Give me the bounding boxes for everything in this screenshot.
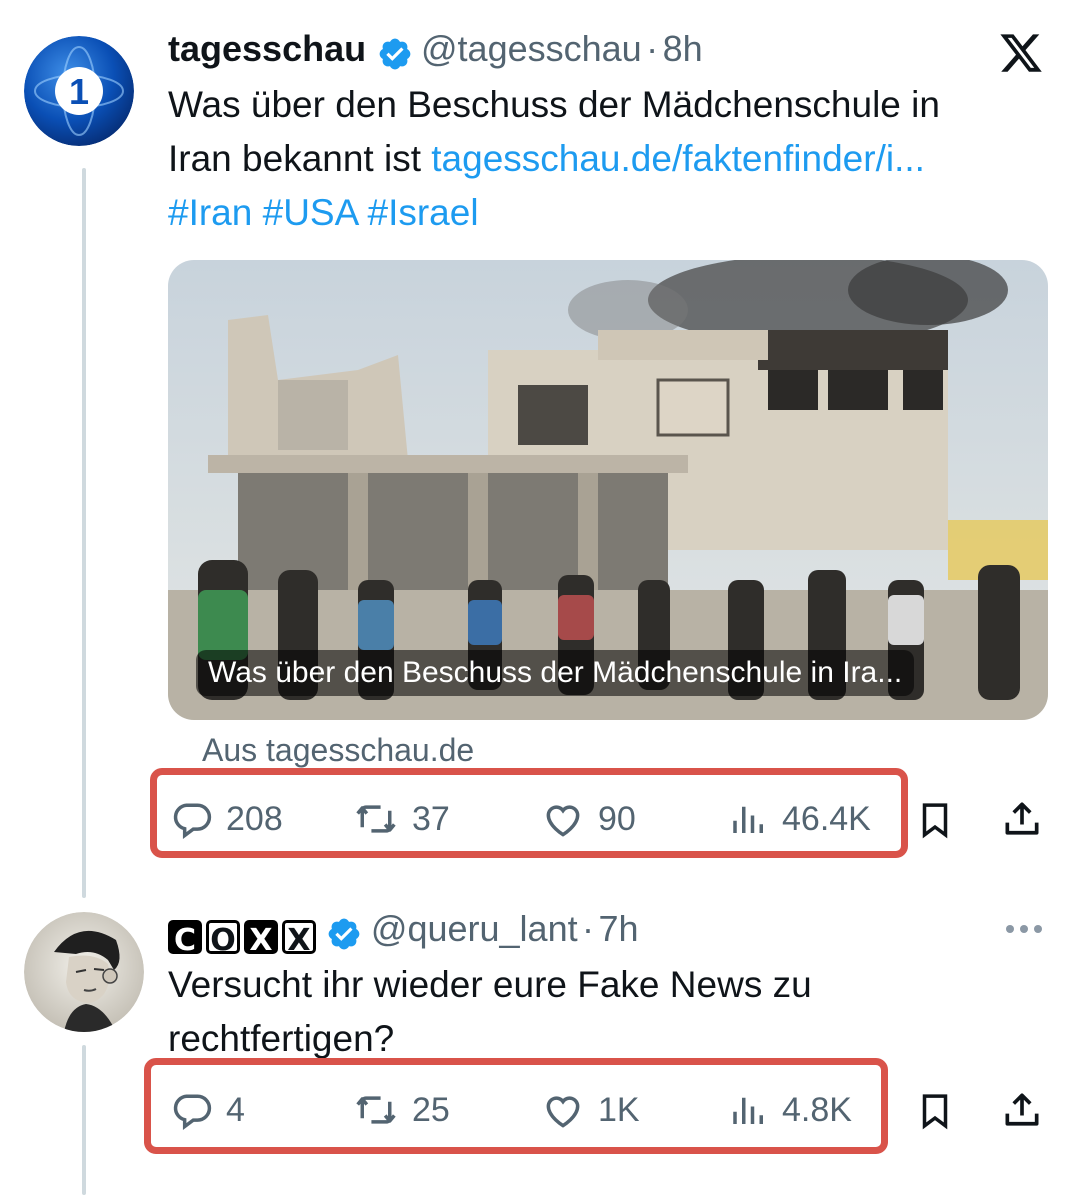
link-card-source[interactable]: Aus tagesschau.de	[202, 732, 474, 769]
tweet2-reply-button[interactable]: 4	[170, 1088, 245, 1132]
tweet1-time[interactable]: 8h	[663, 28, 703, 69]
tweet1-hashtags[interactable]: #Iran #USA #Israel	[168, 186, 1048, 240]
tweet2-handle[interactable]: @queru_lant	[371, 908, 578, 949]
tweet2-reply-count: 4	[226, 1090, 245, 1129]
repost-icon	[356, 1096, 396, 1124]
coxx-avatar[interactable]	[24, 912, 144, 1032]
x-logo-icon[interactable]	[998, 30, 1044, 81]
tweet1-repost-button[interactable]: 37	[352, 797, 450, 841]
tweet1-share-button[interactable]	[1000, 797, 1044, 841]
tweet1-like-count: 90	[598, 799, 636, 838]
display-name-letter: O	[206, 919, 240, 958]
tweet1-link[interactable]: tagesschau.de/faktenfinder/i...	[431, 138, 925, 179]
display-name-letter: C	[168, 919, 202, 958]
tweet2-repost-count: 25	[412, 1090, 450, 1129]
tweet2-repost-button[interactable]: 25	[352, 1088, 450, 1132]
views-icon	[733, 1097, 763, 1124]
reply-icon	[173, 803, 212, 839]
verified-badge-icon	[326, 916, 362, 957]
tweet2-bookmark-button[interactable]	[914, 1089, 956, 1133]
tweet1-header: tagesschau @tagesschau · 8h	[168, 28, 703, 77]
tagesschau-avatar[interactable]: 1	[24, 36, 134, 146]
svg-text:1: 1	[69, 71, 89, 112]
views-icon	[733, 806, 763, 833]
tweet2-view-count: 4.8K	[782, 1090, 852, 1129]
tweet2-display-name[interactable]: C O X X	[168, 919, 316, 958]
thread-line-top	[82, 168, 86, 898]
tweet2-text-line1: Versucht ihr wieder eure Fake News zu	[168, 964, 812, 1005]
tweet1-repost-count: 37	[412, 799, 450, 838]
tweet1-bookmark-button[interactable]	[914, 798, 956, 842]
tweet1-display-name[interactable]: tagesschau	[168, 28, 366, 69]
tagesschau-logo-icon: 1	[24, 36, 134, 146]
tweet2-share-button[interactable]	[1000, 1088, 1044, 1132]
tweet1-views-button[interactable]: 46.4K	[728, 797, 871, 841]
tweet1-like-button[interactable]: 90	[540, 797, 636, 841]
more-icon[interactable]	[1004, 914, 1044, 949]
link-card-caption: Was über den Beschuss der Mädchenschule …	[196, 650, 915, 696]
tweet1-reply-count: 208	[226, 799, 283, 838]
bookmark-icon	[922, 1094, 948, 1130]
tweet1-text-line2-prefix: Iran bekannt ist	[168, 138, 432, 179]
tweet2-time[interactable]: 7h	[599, 908, 639, 949]
display-name-letter: X	[282, 919, 316, 958]
display-name-letter: X	[244, 919, 278, 958]
tweet1-reply-button[interactable]: 208	[170, 797, 283, 841]
tweet2-separator: ·	[582, 908, 595, 949]
repost-icon	[356, 805, 396, 833]
bookmark-icon	[922, 803, 948, 839]
tweet2-views-button[interactable]: 4.8K	[728, 1088, 852, 1132]
tweet1-handle[interactable]: @tagesschau	[421, 28, 642, 69]
verified-badge-icon	[377, 36, 413, 77]
reply-icon	[173, 1094, 212, 1130]
share-icon	[1005, 1093, 1039, 1126]
tweet2-text: Versucht ihr wieder eure Fake News zu re…	[168, 958, 1048, 1066]
tweet1-text-line1: Was über den Beschuss der Mädchenschule …	[168, 84, 940, 125]
tweet1-text: Was über den Beschuss der Mädchenschule …	[168, 78, 1048, 240]
tweet1-view-count: 46.4K	[782, 799, 871, 838]
tweet2-like-button[interactable]: 1K	[540, 1088, 640, 1132]
link-card-image[interactable]: Was über den Beschuss der Mädchenschule …	[168, 260, 1048, 720]
tweet2-like-count: 1K	[598, 1090, 640, 1129]
illustrated-man-portrait	[24, 912, 144, 1032]
tweet1-separator: ·	[646, 28, 659, 69]
like-icon	[546, 1096, 580, 1128]
tweet2-header: C O X X @queru_lant · 7h	[168, 908, 639, 958]
tweet1-text-line2: Iran bekannt ist tagesschau.de/faktenfin…	[168, 132, 1048, 186]
share-icon	[1005, 802, 1039, 835]
thread-line-bottom	[82, 1045, 86, 1195]
like-icon	[546, 805, 580, 837]
